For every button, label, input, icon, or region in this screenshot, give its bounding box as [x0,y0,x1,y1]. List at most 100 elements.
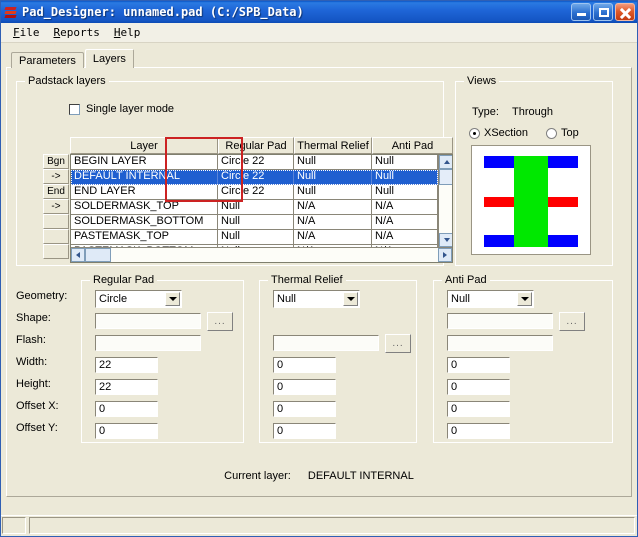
row-button-internal[interactable]: -> [43,169,69,184]
scroll-left-icon[interactable] [71,248,85,262]
status-bar [1,515,637,536]
column-header-anti-pad[interactable]: Anti Pad [372,137,453,154]
row-button-begin[interactable]: Bgn [43,154,69,169]
view-radio-top[interactable]: Top [546,127,579,139]
cell-regular: Circle 22 [218,185,294,200]
cell-anti: Null [372,170,438,185]
regular-pad-offset-x-input[interactable]: 0 [95,401,158,417]
table-row[interactable]: BEGIN LAYER Circle 22 Null Null [71,155,438,170]
row-button-soldermask-top[interactable]: -> [43,199,69,214]
table-row[interactable]: SOLDERMASK_BOTTOM Null N/A N/A [71,215,438,230]
regular-pad-geometry-select[interactable]: Circle [95,290,182,308]
minimize-button[interactable] [571,3,591,21]
label-geometry: Geometry: [16,290,67,302]
radio-top-label: Top [561,127,579,139]
title-bar[interactable]: Pad_Designer: unnamed.pad (C:/SPB_Data) [1,1,637,23]
tab-strip: Parameters Layers [11,49,135,68]
table-vertical-scrollbar[interactable] [438,155,452,247]
thermal-relief-height-input[interactable]: 0 [273,379,336,395]
status-pane-main [29,517,635,534]
tab-parameters[interactable]: Parameters [11,52,84,68]
cell-anti: N/A [372,230,438,245]
current-layer-status: Current layer: DEFAULT INTERNAL [7,470,631,482]
cell-layer: END LAYER [71,185,218,200]
horizontal-scroll-track[interactable] [111,248,438,262]
close-button[interactable] [615,3,635,21]
anti-pad-offset-x-input[interactable]: 0 [447,401,510,417]
radio-top-icon[interactable] [546,128,557,139]
regular-pad-group: Regular Pad Circle ... 22 22 0 0 [81,280,244,443]
row-button-end[interactable]: End [43,184,69,199]
tab-layers[interactable]: Layers [85,49,134,68]
regular-pad-flash-input[interactable] [95,335,201,351]
cell-anti: Null [372,185,438,200]
regular-pad-offset-y-input[interactable]: 0 [95,423,158,439]
window-title: Pad_Designer: unnamed.pad (C:/SPB_Data) [22,5,304,19]
row-button-column: Bgn -> End -> [43,154,69,259]
thermal-relief-geometry-select[interactable]: Null [273,290,360,308]
view-radio-xsection[interactable]: XSection [469,127,528,139]
anti-pad-height-input[interactable]: 0 [447,379,510,395]
pad-designer-icon [4,5,18,19]
table-row[interactable]: END LAYER Circle 22 Null Null [71,185,438,200]
radio-xsection-icon[interactable] [469,128,480,139]
menu-item-help[interactable]: Help [107,25,148,40]
anti-pad-flash-input[interactable] [447,335,553,351]
regular-pad-width-input[interactable]: 22 [95,357,158,373]
scroll-right-icon[interactable] [438,248,452,262]
client-area: Parameters Layers Padstack layers Single… [1,43,637,515]
preview-drill-barrel [514,156,548,247]
table-row[interactable]: DEFAULT INTERNAL Circle 22 Null Null [71,170,438,185]
table-row[interactable]: PASTEMASK_TOP Null N/A N/A [71,230,438,245]
table-header-row: Layer Regular Pad Thermal Relief Anti Pa… [70,137,453,154]
anti-pad-offset-y-input[interactable]: 0 [447,423,510,439]
label-width: Width: [16,356,47,368]
vertical-scroll-track[interactable] [439,185,452,233]
column-header-regular-pad[interactable]: Regular Pad [218,137,294,154]
thermal-relief-geometry-value: Null [277,293,296,305]
label-offset-y: Offset Y: [16,422,58,434]
row-button-pastemask-bottom[interactable] [43,244,69,259]
thermal-relief-offset-x-input[interactable]: 0 [273,401,336,417]
thermal-relief-flash-input[interactable] [273,335,379,351]
thermal-relief-offset-y-input[interactable]: 0 [273,423,336,439]
chevron-down-icon[interactable] [343,292,358,306]
scroll-down-icon[interactable] [439,233,452,247]
chevron-down-icon[interactable] [517,292,532,306]
row-button-soldermask-bottom[interactable] [43,214,69,229]
regular-pad-browse-button[interactable]: ... [207,312,233,331]
cell-thermal: Null [294,155,372,170]
vertical-scroll-thumb[interactable] [439,169,452,185]
row-button-pastemask-top[interactable] [43,229,69,244]
padstack-layer-table: Layer Regular Pad Thermal Relief Anti Pa… [70,137,453,263]
label-shape: Shape: [16,312,51,324]
current-layer-value: DEFAULT INTERNAL [308,470,414,482]
chevron-down-icon[interactable] [165,292,180,306]
padstack-layers-group: Padstack layers Single layer mode Bgn ->… [16,81,444,266]
menu-item-file[interactable]: File [6,25,47,40]
menu-bar: File Reports Help [1,23,637,43]
cell-thermal: N/A [294,230,372,245]
anti-pad-browse-button[interactable]: ... [559,312,585,331]
column-header-layer[interactable]: Layer [70,137,218,154]
scroll-up-icon[interactable] [439,155,452,169]
cell-thermal: Null [294,170,372,185]
regular-pad-height-input[interactable]: 22 [95,379,158,395]
anti-pad-width-input[interactable]: 0 [447,357,510,373]
label-height: Height: [16,378,51,390]
anti-pad-shape-input[interactable] [447,313,553,329]
table-horizontal-scrollbar[interactable] [71,247,452,262]
thermal-relief-browse-button[interactable]: ... [385,334,411,353]
regular-pad-shape-input[interactable] [95,313,201,329]
table-grid: BEGIN LAYER Circle 22 Null Null DEFAULT … [70,154,453,263]
horizontal-scroll-thumb[interactable] [85,248,111,262]
column-header-thermal-relief[interactable]: Thermal Relief [294,137,372,154]
cell-thermal: N/A [294,215,372,230]
table-row[interactable]: SOLDERMASK_TOP Null N/A N/A [71,200,438,215]
menu-item-reports[interactable]: Reports [47,25,107,40]
thermal-relief-width-input[interactable]: 0 [273,357,336,373]
maximize-button[interactable] [593,3,613,21]
single-layer-mode-checkbox[interactable] [69,104,80,115]
anti-pad-geometry-select[interactable]: Null [447,290,534,308]
single-layer-mode-row[interactable]: Single layer mode [69,103,174,115]
